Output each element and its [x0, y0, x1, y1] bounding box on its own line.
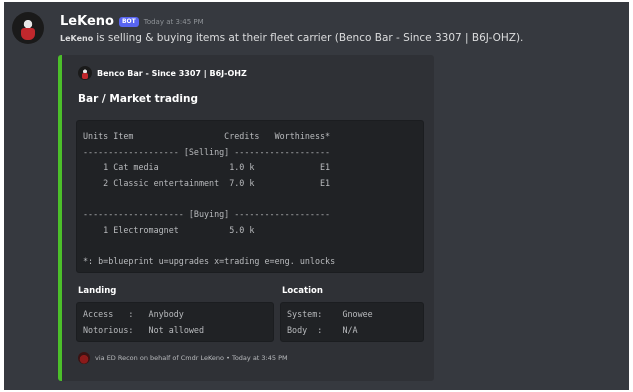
field-line: System: Gnowee [287, 309, 373, 319]
code-line: 1 Electromagnet 5.0 k [83, 224, 255, 235]
field-value-landing: Access : Anybody Notorious: Not allowed [76, 302, 274, 342]
message-text: is selling & buying items at their fleet… [96, 32, 524, 44]
message-timestamp[interactable]: Today at 3:45 PM [144, 18, 204, 26]
ed-recon-icon [78, 352, 90, 364]
code-line: Units Item Credits Worthiness* [83, 131, 331, 141]
code-line: 1 Cat media 1.0 k E1 [83, 162, 331, 173]
code-line: 2 Classic entertainment 7.0 k E1 [83, 177, 331, 188]
embed-footer-text: via ED Recon on behalf of Cmdr LeKeno • … [95, 354, 288, 362]
message-header: LeKeno BOT Today at 3:45 PM [60, 14, 204, 29]
bot-badge: BOT [118, 16, 139, 27]
code-line: ------------------- [Selling] ----------… [83, 146, 331, 157]
embed-author: Benco Bar - Since 3307 | B6J-OHZ [78, 66, 247, 80]
field-line: Notorious: Not allowed [83, 324, 205, 335]
embed: Benco Bar - Since 3307 | B6J-OHZ Bar / M… [58, 55, 434, 381]
market-codeblock: Units Item Credits Worthiness* ----------… [76, 120, 424, 273]
user-avatar[interactable] [12, 12, 44, 44]
embed-title: Bar / Market trading [78, 93, 199, 105]
field-name-location: Location [282, 286, 323, 296]
code-line: -------------------- [Buying] ----------… [83, 208, 331, 219]
author-avatar-icon [78, 66, 92, 80]
message-mention[interactable]: LeKeno [60, 34, 93, 43]
code-line: *: b=blueprint u=upgrades x=trading e=en… [83, 255, 336, 266]
chat-area: LeKeno BOT Today at 3:45 PM LeKeno is sel… [4, 2, 629, 390]
embed-footer: via ED Recon on behalf of Cmdr LeKeno • … [78, 352, 288, 364]
embed-author-name: Benco Bar - Since 3307 | B6J-OHZ [97, 68, 247, 78]
message-content: LeKeno is selling & buying items at their… [60, 32, 523, 44]
username[interactable]: LeKeno [60, 14, 114, 29]
field-line: Access : Anybody [83, 309, 184, 319]
field-line: Body : N/A [287, 324, 358, 335]
field-value-location: System: Gnowee Body : N/A [280, 302, 424, 342]
field-name-landing: Landing [78, 286, 117, 296]
